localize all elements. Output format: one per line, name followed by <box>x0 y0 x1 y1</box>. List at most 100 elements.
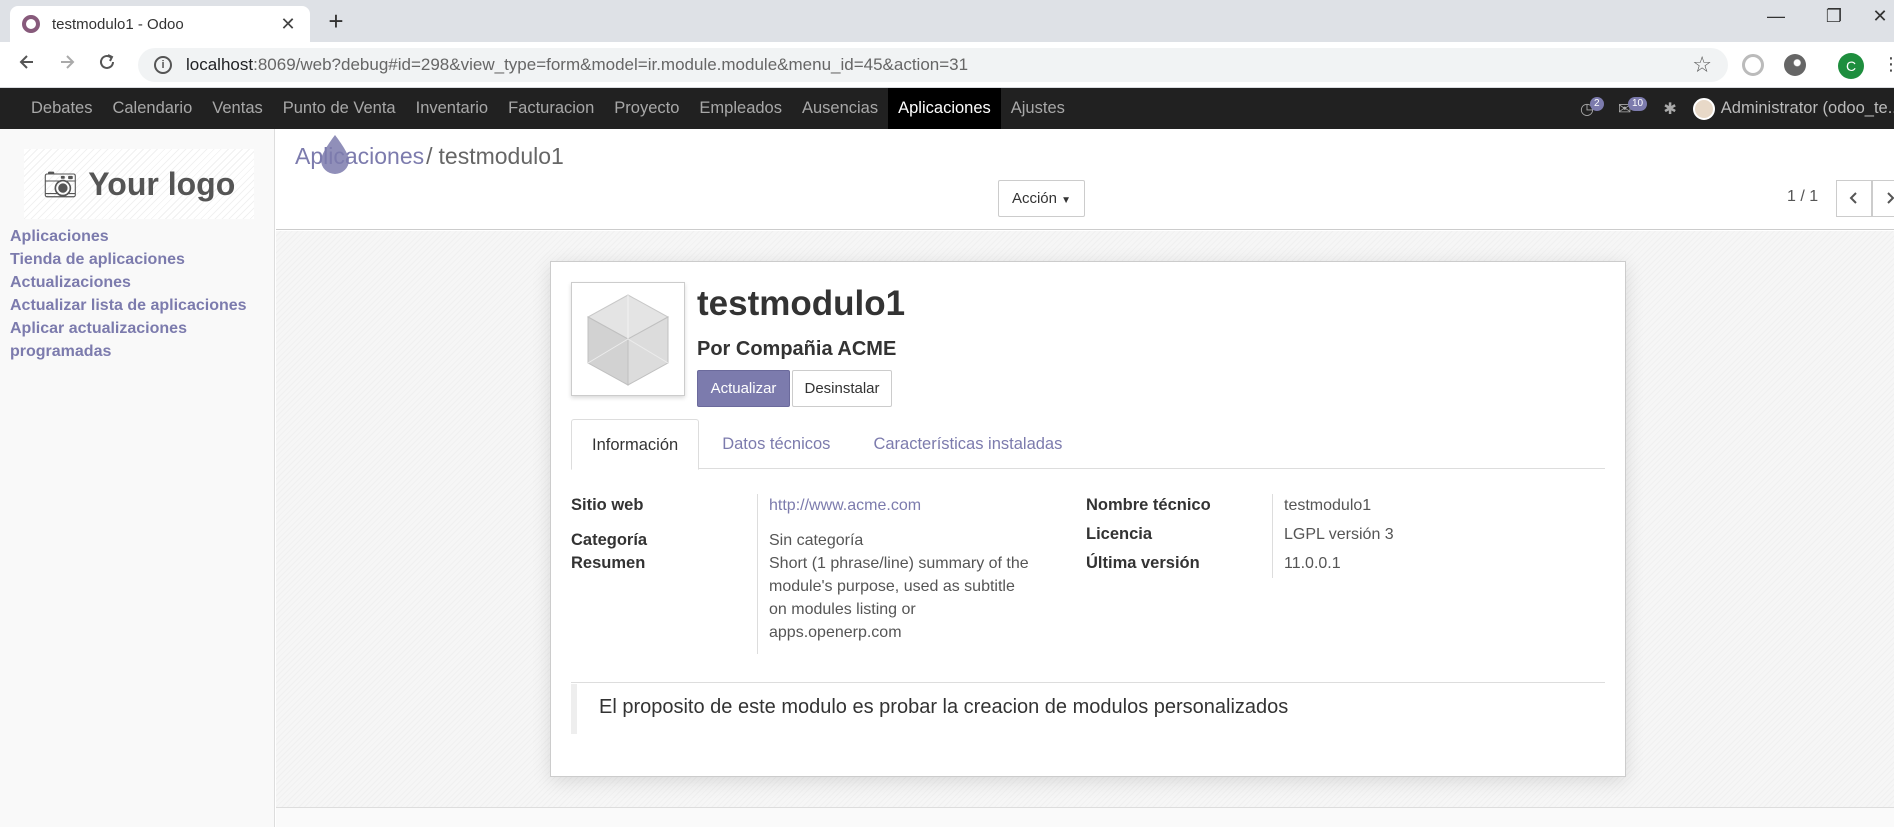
module-author: Por Compañia ACME <box>697 338 897 360</box>
odoo-main-navbar: Debates Calendario Ventas Punto de Venta… <box>0 88 1894 129</box>
activity-clock-icon[interactable]: ◷ 2 <box>1580 96 1604 119</box>
sidebar-item-actualizaciones[interactable]: Actualizaciones <box>10 271 270 294</box>
extension-icon[interactable] <box>1742 54 1764 76</box>
field-row-license: Licencia LGPL versión 3 <box>1086 523 1586 552</box>
license-label: Licencia <box>1086 525 1153 543</box>
restore-window-button[interactable]: ❐ <box>1820 6 1848 27</box>
breadcrumb-parent[interactable]: Aplicaciones <box>295 143 424 169</box>
action-label: Acción <box>1011 190 1057 207</box>
field-row-summary: Resumen Short (1 phrase/line) summary of… <box>571 552 1071 644</box>
menu-item-calendario[interactable]: Calendario <box>102 88 202 129</box>
browser-toolbar: i localhost:8069/web?debug#id=298&view_t… <box>0 42 1894 88</box>
messages-chat-icon[interactable]: ✉ 10 <box>1618 96 1648 119</box>
control-panel: Aplicaciones/testmodulo1 Acción ▼ 1 / 1 <box>276 129 1894 230</box>
back-arrow-icon[interactable] <box>14 52 40 78</box>
pager-next-button[interactable] <box>1872 180 1894 217</box>
chevron-left-icon <box>1849 192 1857 204</box>
close-window-button[interactable]: ✕ <box>1866 6 1894 27</box>
chatter-separator <box>276 807 1894 827</box>
field-row-website: Sitio web http://www.acme.com <box>571 494 1071 529</box>
drop-cursor-icon <box>321 135 349 174</box>
menu-item-facturacion[interactable]: Facturacion <box>498 88 604 129</box>
reload-icon[interactable] <box>94 52 120 78</box>
menu-item-ausencias[interactable]: Ausencias <box>792 88 888 129</box>
main-menu: Debates Calendario Ventas Punto de Venta… <box>21 88 1075 129</box>
version-value: 11.0.0.1 <box>1284 555 1341 572</box>
browser-menu-icon[interactable]: ⋮ <box>1882 54 1894 75</box>
sidebar-item-aplicar-actualizaciones[interactable]: Aplicar actualizaciones <box>10 317 270 340</box>
chevron-right-icon <box>1887 192 1894 204</box>
summary-line: apps.openerp.com <box>769 624 902 641</box>
bookmark-star-icon[interactable]: ☆ <box>1692 52 1712 78</box>
technical-name-label: Nombre técnico <box>1086 496 1211 514</box>
sidebar-item-actualizar-lista[interactable]: Actualizar lista de aplicaciones <box>10 294 270 317</box>
systray: ◷ 2 ✉ 10 ✱ Administrator (odoo_te... <box>1580 88 1894 129</box>
summary-line: module's purpose, used as subtitle <box>769 578 1015 595</box>
profile-avatar[interactable]: C <box>1838 53 1864 79</box>
tab-informacion[interactable]: Información <box>571 419 700 470</box>
field-divider <box>1272 494 1273 578</box>
caret-down-icon: ▼ <box>1061 195 1072 206</box>
browser-tab[interactable]: testmodulo1 - Odoo ✕ <box>10 6 310 42</box>
summary-label: Resumen <box>571 554 646 572</box>
update-button[interactable]: Actualizar <box>697 370 790 407</box>
menu-item-debates[interactable]: Debates <box>21 88 102 129</box>
uninstall-button[interactable]: Desinstalar <box>792 370 892 407</box>
right-field-group: Nombre técnico testmodulo1 Licencia LGPL… <box>1086 494 1586 581</box>
new-tab-button[interactable]: + <box>322 8 350 34</box>
summary-line: on modules listing or <box>769 601 916 618</box>
menu-item-proyecto[interactable]: Proyecto <box>604 88 689 129</box>
license-value: LGPL versión 3 <box>1284 526 1394 543</box>
minimize-window-button[interactable]: — <box>1762 6 1790 27</box>
menu-item-ventas[interactable]: Ventas <box>202 88 272 129</box>
field-divider <box>757 494 758 654</box>
sidebar-item-aplicaciones[interactable]: Aplicaciones <box>10 225 270 248</box>
menu-item-punto-de-venta[interactable]: Punto de Venta <box>273 88 406 129</box>
summary-value: Short (1 phrase/line) summary of the mod… <box>769 552 1029 644</box>
messages-count-badge: 10 <box>1627 96 1648 111</box>
sidebar-item-programadas[interactable]: programadas <box>10 340 270 363</box>
module-icon-image <box>571 282 685 396</box>
url-text[interactable]: localhost:8069/web?debug#id=298&view_typ… <box>186 55 1692 75</box>
sidebar-menu: Aplicaciones Tienda de aplicaciones Actu… <box>10 225 270 363</box>
category-value: Sin categoría <box>769 532 864 549</box>
company-logo[interactable]: 📷︎ Your logo <box>24 149 254 219</box>
site-info-icon[interactable]: i <box>154 56 172 74</box>
pager-count[interactable]: 1 / 1 <box>1787 188 1818 206</box>
tab-datos-tecnicos[interactable]: Datos técnicos <box>702 419 850 469</box>
module-cube-icon <box>586 294 670 386</box>
form-view-background: testmodulo1 Por Compañia ACME Actualizar… <box>276 231 1894 827</box>
debug-bug-icon[interactable]: ✱ <box>1663 99 1676 119</box>
field-row-technical-name: Nombre técnico testmodulo1 <box>1086 494 1586 523</box>
browser-tab-title: testmodulo1 - Odoo <box>52 15 184 33</box>
activity-count-badge: 2 <box>1590 96 1604 111</box>
field-row-category: Categoría Sin categoría <box>571 529 1071 552</box>
pager-previous-button[interactable] <box>1836 180 1872 217</box>
version-label: Última versión <box>1086 554 1200 572</box>
action-dropdown-button[interactable]: Acción ▼ <box>998 180 1085 217</box>
sidebar-item-tienda[interactable]: Tienda de aplicaciones <box>10 248 270 271</box>
extension-icon[interactable] <box>1784 54 1806 76</box>
tab-caracteristicas-instaladas[interactable]: Características instaladas <box>853 419 1082 469</box>
url-host: localhost <box>186 55 254 74</box>
forward-arrow-icon[interactable] <box>54 52 80 78</box>
technical-name-value: testmodulo1 <box>1284 497 1372 514</box>
website-link[interactable]: http://www.acme.com <box>769 494 921 529</box>
field-row-version: Última versión 11.0.0.1 <box>1086 552 1586 581</box>
menu-item-inventario[interactable]: Inventario <box>406 88 498 129</box>
close-tab-icon[interactable]: ✕ <box>278 14 298 35</box>
url-path: :8069/web?debug#id=298&view_type=form&mo… <box>253 55 969 74</box>
menu-item-ajustes[interactable]: Ajustes <box>1001 88 1075 129</box>
app-sidebar: 📷︎ Your logo Aplicaciones Tienda de apli… <box>0 129 275 827</box>
form-sheet: testmodulo1 Por Compañia ACME Actualizar… <box>550 261 1626 777</box>
menu-item-aplicaciones[interactable]: Aplicaciones <box>888 88 1001 129</box>
user-menu[interactable]: Administrator (odoo_te... <box>1721 99 1894 118</box>
module-description: El proposito de este modulo es probar la… <box>571 682 1605 734</box>
user-avatar[interactable] <box>1692 97 1715 120</box>
breadcrumb-current: testmodulo1 <box>438 143 564 169</box>
description-accent-bar <box>571 684 577 734</box>
left-field-group: Sitio web http://www.acme.com Categoría … <box>571 494 1071 654</box>
menu-item-empleados[interactable]: Empleados <box>689 88 792 129</box>
breadcrumb-separator: / <box>426 143 433 169</box>
address-bar[interactable]: i localhost:8069/web?debug#id=298&view_t… <box>138 48 1728 82</box>
